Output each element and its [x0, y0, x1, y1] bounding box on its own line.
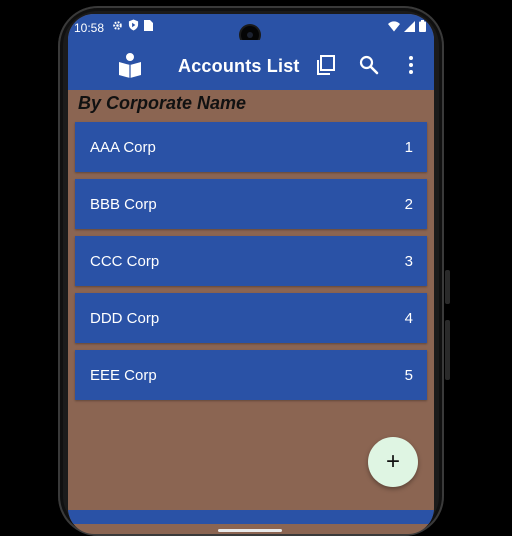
account-count: 4 — [404, 310, 413, 327]
account-name: BBB Corp — [90, 196, 157, 213]
account-name: AAA Corp — [90, 139, 156, 156]
power-button — [445, 320, 450, 380]
accounts-list: AAA Corp 1 BBB Corp 2 CCC Corp 3 DDD Cor… — [75, 122, 427, 407]
list-item[interactable]: DDD Corp 4 — [75, 293, 427, 343]
volume-button — [445, 270, 450, 304]
search-icon[interactable] — [358, 54, 380, 76]
status-bar: 10:58 — [68, 14, 434, 44]
status-time: 10:58 — [74, 21, 105, 35]
app-bar: Accounts List — [68, 40, 434, 90]
shield-icon — [128, 19, 139, 31]
list-heading: By Corporate Name — [78, 93, 247, 113]
account-count: 1 — [404, 139, 413, 156]
battery-icon — [419, 20, 426, 32]
copy-icon[interactable] — [315, 54, 337, 76]
account-name: EEE Corp — [90, 367, 157, 384]
add-account-button[interactable]: + — [368, 437, 418, 487]
account-count: 3 — [404, 253, 413, 270]
page-title: Accounts List — [178, 56, 300, 76]
sim-card-icon — [144, 19, 153, 31]
account-count: 2 — [404, 196, 413, 213]
list-item[interactable]: BBB Corp 2 — [75, 179, 427, 229]
account-name: DDD Corp — [90, 310, 160, 327]
account-name: CCC Corp — [90, 253, 160, 270]
more-vert-icon[interactable] — [400, 54, 422, 76]
wifi-icon — [388, 20, 400, 31]
list-item[interactable]: AAA Corp 1 — [75, 122, 427, 172]
navigation-handle[interactable] — [218, 529, 282, 532]
bottom-bar — [68, 510, 434, 524]
book-reader-icon — [119, 53, 141, 78]
gear-icon — [113, 20, 122, 30]
list-item[interactable]: EEE Corp 5 — [75, 350, 427, 400]
list-item[interactable]: CCC Corp 3 — [75, 236, 427, 286]
account-count: 5 — [404, 367, 413, 384]
screen: 10:58 Accounts List By Corporate Name AA… — [68, 14, 434, 534]
signal-icon — [404, 20, 415, 32]
